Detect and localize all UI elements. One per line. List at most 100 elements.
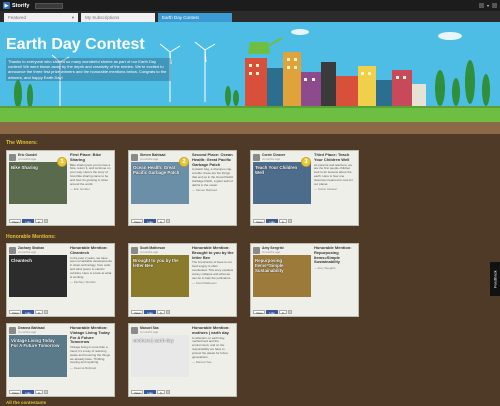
create-story-icon[interactable] xyxy=(492,3,497,8)
share-icon[interactable] xyxy=(43,219,48,223)
user-menu-chevron-icon[interactable]: ▾ xyxy=(487,3,489,8)
story-cover-image[interactable]: Cleantech xyxy=(9,255,67,297)
share-icon[interactable] xyxy=(165,310,170,314)
place-badge: 2 xyxy=(179,157,189,167)
honorable-card[interactable]: Zachary Shahan 4 months ago Cleantech Vi… xyxy=(6,243,115,317)
avatar[interactable] xyxy=(131,153,138,161)
like-button[interactable]: Like xyxy=(22,390,34,395)
view-button[interactable]: View xyxy=(9,310,22,315)
post-time: 4 months ago xyxy=(140,157,159,161)
like-button[interactable]: Like xyxy=(144,219,156,224)
story-summary: The importance of bees to our food suppl… xyxy=(192,260,234,280)
story-cover-image[interactable]: Bike Sharing xyxy=(9,162,67,204)
avatar[interactable] xyxy=(131,326,138,334)
story-byline: — Manuel Sas xyxy=(192,360,212,365)
story-byline: — Scott Matheson xyxy=(192,281,217,286)
like-count: 0 xyxy=(278,310,287,315)
like-button[interactable]: Like xyxy=(144,310,156,315)
avatar[interactable] xyxy=(9,326,16,334)
like-button[interactable]: Like xyxy=(22,219,34,224)
card-author: Amy Seegrist 4 months ago xyxy=(253,246,284,254)
honorable-card[interactable]: Amy Seegrist 4 months ago Repurposing It… xyxy=(250,243,359,317)
like-count: 0 xyxy=(34,310,43,315)
story-title[interactable]: Honorable Mention: Brought to you by the… xyxy=(192,245,234,260)
story-description: Honorable Mention: Cleantech In the past… xyxy=(70,245,112,284)
view-button[interactable]: View xyxy=(9,219,22,224)
card-author: Corrie Cleaver 4 months ago xyxy=(253,153,285,161)
card-author: Deanna Bahtsad 4 months ago xyxy=(9,326,45,334)
story-title[interactable]: Honorable Mention: Vintage Living Today … xyxy=(70,325,112,345)
like-count: 0 xyxy=(156,390,165,395)
story-cover-image[interactable]: mothers | earth day xyxy=(131,335,189,377)
like-count: 0 xyxy=(278,219,287,224)
post-time: 4 months ago xyxy=(140,330,159,334)
story-summary: A plastic bag, a shampoo cap, a bottle: … xyxy=(192,167,234,187)
like-button[interactable]: Like xyxy=(144,390,156,395)
story-cover-image[interactable]: Teach Your Children Well xyxy=(253,162,311,204)
story-title[interactable]: Honorable Mention: Repurposing Items=Sim… xyxy=(314,245,356,265)
share-icon[interactable] xyxy=(287,219,292,223)
view-button[interactable]: View xyxy=(253,310,266,315)
tab-my-subscriptions[interactable]: My Subscriptions xyxy=(81,13,155,22)
like-button[interactable]: Like xyxy=(266,310,278,315)
view-button[interactable]: View xyxy=(131,310,144,315)
card-actions: View Like 0 xyxy=(131,390,170,395)
story-cover-title: mothers | earth day xyxy=(133,338,174,343)
tab-earth-day-contest[interactable]: Earth Day Contest xyxy=(158,13,232,22)
top-bar: ▶ Storify ▾ xyxy=(0,0,500,11)
share-icon[interactable] xyxy=(287,310,292,314)
story-title[interactable]: First Place: Bike Sharing xyxy=(70,152,112,163)
story-description: Second Place: Ocean Health: Great Pacifi… xyxy=(192,152,234,192)
view-button[interactable]: View xyxy=(253,219,266,224)
like-count: 0 xyxy=(34,390,43,395)
avatar[interactable] xyxy=(131,246,138,254)
card-actions: View Like 0 xyxy=(9,390,48,395)
story-title[interactable]: Second Place: Ocean Health: Great Pacifi… xyxy=(192,152,234,167)
winners-card[interactable]: Eric Gundel 4 months ago Bike Sharing Vi… xyxy=(6,150,115,226)
avatar[interactable] xyxy=(253,153,260,161)
card-author: Scott Matheson 4 months ago xyxy=(131,246,165,254)
story-cover-title: Teach Your Children Well xyxy=(255,165,298,175)
story-summary: Bike sharing lets you borrow a bike, ret… xyxy=(70,162,111,186)
view-button[interactable]: View xyxy=(131,390,144,395)
share-icon[interactable] xyxy=(165,390,170,394)
winners-card[interactable]: Steven Bahtsad 4 months ago Ocean Health… xyxy=(128,150,237,226)
story-cover-image[interactable]: Vintage Living Today For A Future Tomorr… xyxy=(9,335,67,377)
card-actions: View Like 0 xyxy=(9,219,48,224)
tab-featured[interactable]: Featured ▾ xyxy=(4,13,78,22)
like-button[interactable]: Like xyxy=(266,219,278,224)
story-summary: Vintage living is more than a trend; it'… xyxy=(70,345,111,365)
feedback-tab[interactable]: Feedback xyxy=(490,262,500,296)
story-summary: In the past 2 years, we have seen remark… xyxy=(70,255,112,279)
view-button[interactable]: View xyxy=(9,390,22,395)
like-button[interactable]: Like xyxy=(22,310,34,315)
story-description: Honorable Mention: Vintage Living Today … xyxy=(70,325,112,370)
winners-card[interactable]: Corrie Cleaver 4 months ago Teach Your C… xyxy=(250,150,359,226)
honorable-card[interactable]: Deanna Bahtsad 4 months ago Vintage Livi… xyxy=(6,323,115,397)
story-cover-image[interactable]: Ocean Health: Great Pacific Garbage Patc… xyxy=(131,162,189,204)
story-title[interactable]: Honorable Mention: Cleantech xyxy=(70,245,112,256)
share-icon[interactable] xyxy=(165,219,170,223)
search-input[interactable] xyxy=(35,2,64,9)
card-author: Eric Gundel 4 months ago xyxy=(9,153,37,161)
avatar[interactable] xyxy=(253,246,260,254)
card-actions: View Like 0 xyxy=(253,310,292,315)
story-cover-image[interactable]: Repurposing Items=Simple Sustainability xyxy=(253,255,311,297)
user-avatar[interactable] xyxy=(478,3,484,8)
tab-featured-label: Featured xyxy=(8,15,27,20)
story-title[interactable]: Honorable Mention: mothers | earth day xyxy=(192,325,234,336)
avatar[interactable] xyxy=(9,246,16,254)
view-button[interactable]: View xyxy=(131,219,144,224)
avatar[interactable] xyxy=(9,153,16,161)
hero-description: Thanks to everyone who shared so many wo… xyxy=(6,58,171,81)
like-count: 0 xyxy=(156,219,165,224)
share-icon[interactable] xyxy=(43,390,48,394)
story-title[interactable]: Third Place: Teach Your Children Well xyxy=(314,152,356,163)
honorable-card[interactable]: Scott Matheson 4 months ago Brought to y… xyxy=(128,243,237,317)
story-description: Honorable Mention: mothers | earth day A… xyxy=(192,325,234,365)
storify-logo[interactable]: ▶ Storify xyxy=(3,2,29,9)
share-icon[interactable] xyxy=(43,310,48,314)
honorable-card[interactable]: Manuel Sas 4 months ago mothers | earth … xyxy=(128,323,237,397)
post-time: 4 months ago xyxy=(140,250,159,254)
story-cover-image[interactable]: Brought to you by the letter Bee xyxy=(131,255,189,297)
